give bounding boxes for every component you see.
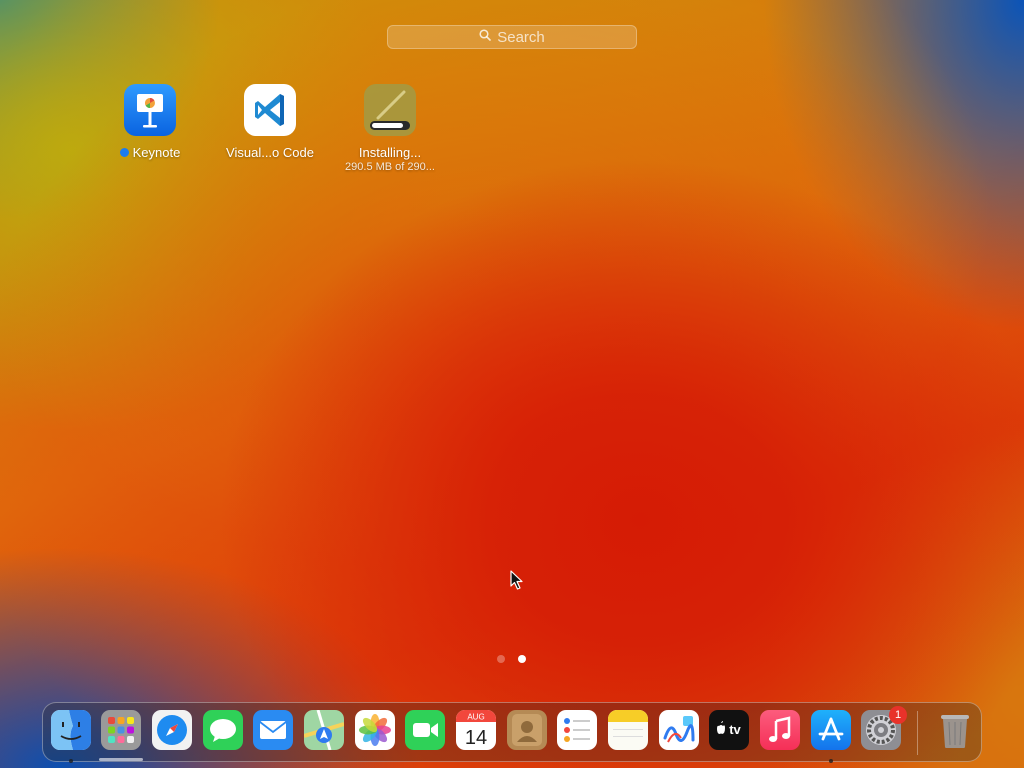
dock-tv[interactable]: tv [709, 710, 749, 750]
photos-icon [355, 710, 395, 750]
dock-mail[interactable] [253, 710, 293, 750]
running-indicator [829, 759, 833, 763]
music-icon [760, 710, 800, 750]
tv-icon: tv [709, 710, 749, 750]
install-progress-fill [372, 123, 403, 128]
dock-photos[interactable] [355, 710, 395, 750]
app-label: Installing... [358, 145, 422, 160]
app-label: Keynote [132, 145, 181, 160]
trash-icon [941, 715, 969, 748]
dock-maps[interactable] [304, 710, 344, 750]
vscode-icon [244, 84, 296, 136]
install-progress-text: 290.5 MB of 290... [345, 161, 435, 173]
dock-messages[interactable] [203, 710, 243, 750]
dock: AUG 14 tv 1 [42, 702, 982, 763]
mouse-cursor [510, 570, 524, 595]
search-field[interactable]: Search [387, 25, 637, 49]
mail-icon [253, 710, 293, 750]
keynote-icon [124, 84, 176, 136]
dock-freeform[interactable] [659, 710, 699, 750]
launchpad-active-indicator [99, 758, 143, 761]
tv-label: tv [729, 722, 741, 737]
search-placeholder: Search [497, 28, 545, 46]
maps-icon [304, 710, 344, 750]
page-dot-2-current[interactable] [518, 655, 526, 663]
dock-trash[interactable] [935, 710, 975, 750]
calendar-icon: AUG 14 [456, 710, 496, 750]
facetime-icon [405, 710, 445, 750]
app-store-icon [811, 710, 851, 750]
page-dot-1[interactable] [497, 655, 505, 663]
reminders-icon [557, 710, 597, 750]
launchpad-app-keynote[interactable]: Keynote [90, 84, 210, 160]
notification-badge: 1 [889, 706, 907, 724]
notes-icon [608, 710, 648, 750]
dock-app-store[interactable] [811, 710, 851, 750]
calendar-month: AUG [467, 713, 484, 722]
finder-icon [51, 710, 91, 750]
safari-icon [152, 710, 192, 750]
dock-separator [917, 711, 918, 755]
dock-finder[interactable] [51, 710, 91, 750]
new-app-dot [119, 148, 129, 157]
search-icon [479, 28, 492, 46]
page-indicator [497, 655, 526, 663]
launchpad-app-installing[interactable]: Installing... 290.5 MB of 290... [330, 84, 450, 173]
contacts-icon [507, 710, 547, 750]
dock-facetime[interactable] [405, 710, 445, 750]
app-label: Visual...o Code [226, 145, 314, 160]
dock-reminders[interactable] [557, 710, 597, 750]
dock-calendar[interactable]: AUG 14 [456, 710, 496, 750]
dock-music[interactable] [760, 710, 800, 750]
freeform-icon [659, 710, 699, 750]
dock-safari[interactable] [152, 710, 192, 750]
installing-app-icon [364, 84, 416, 136]
messages-icon [203, 710, 243, 750]
running-indicator [69, 759, 73, 763]
launchpad-app-vscode[interactable]: Visual...o Code [210, 84, 330, 160]
dock-contacts[interactable] [507, 710, 547, 750]
calendar-day: 14 [465, 727, 487, 749]
dock-launchpad[interactable] [101, 710, 141, 750]
dock-notes[interactable] [608, 710, 648, 750]
launchpad-icon [101, 710, 141, 750]
